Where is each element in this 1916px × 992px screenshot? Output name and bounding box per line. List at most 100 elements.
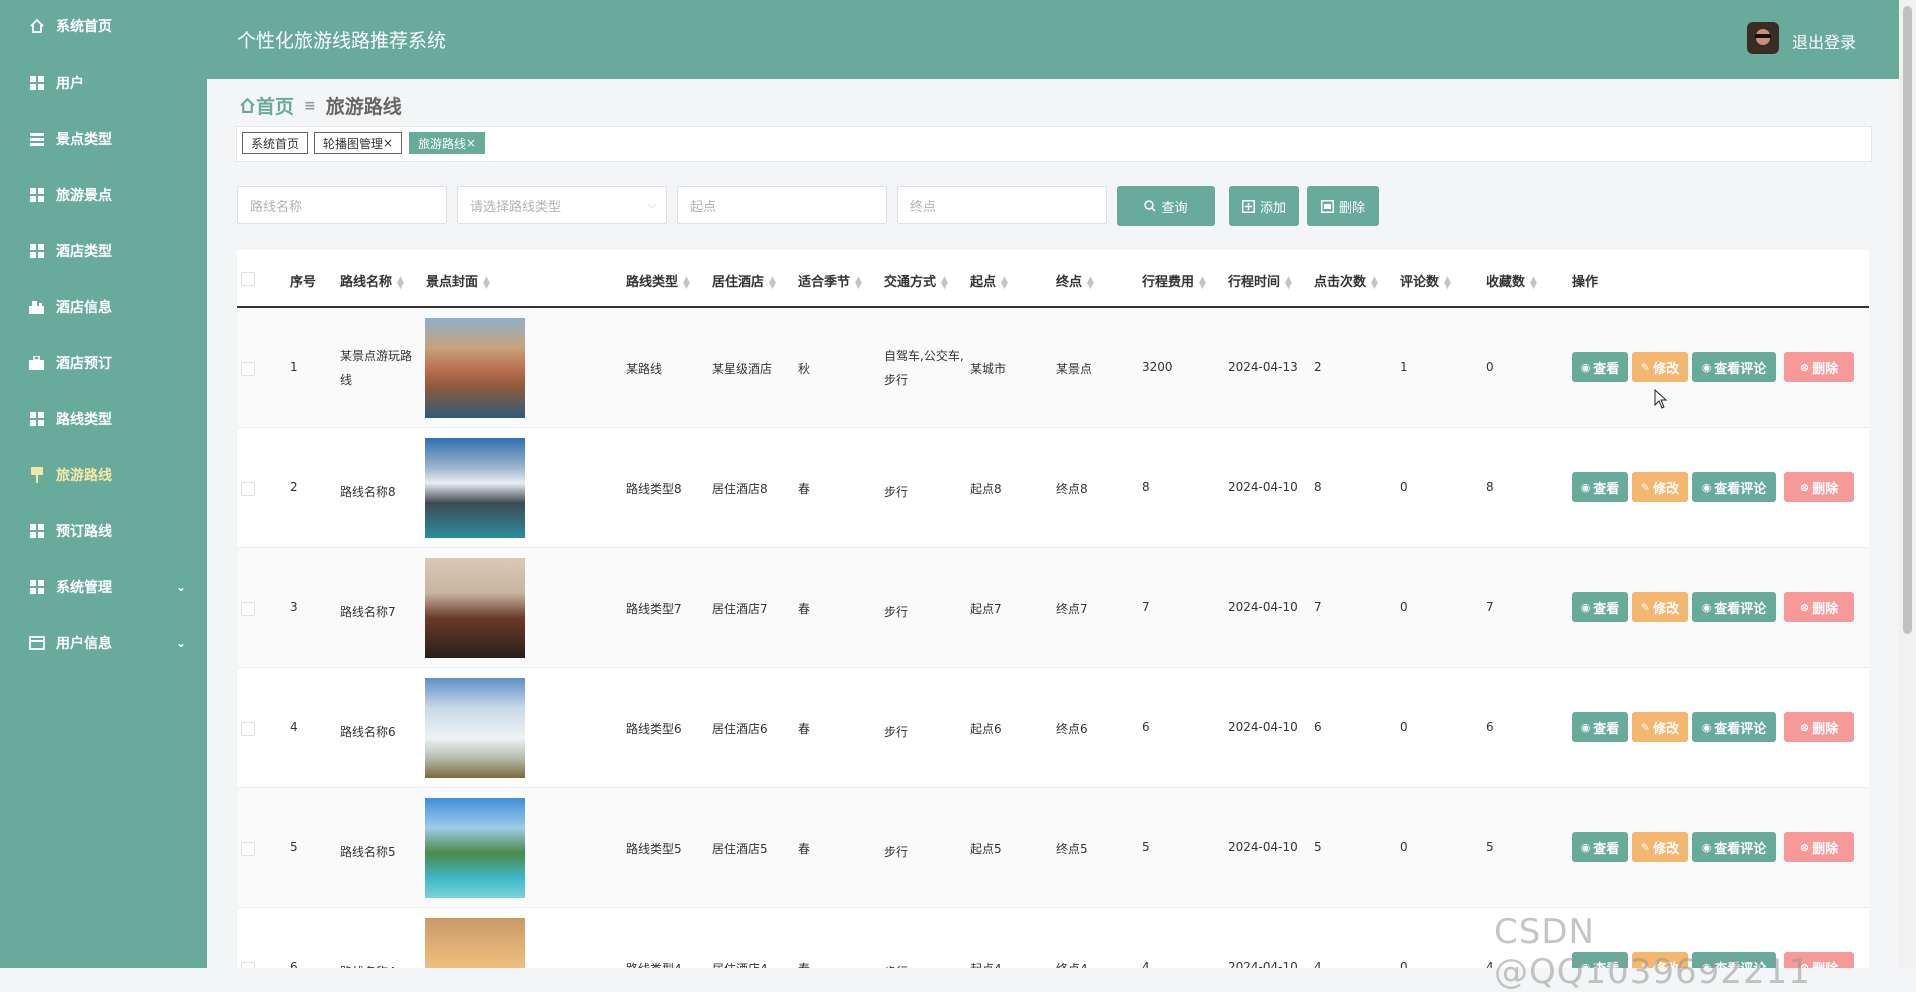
route-cover-image[interactable] <box>425 318 525 418</box>
cell-type: 路线类型6 <box>626 722 682 736</box>
sort-icon[interactable]: ▲ ▼ <box>855 275 862 290</box>
table-row[interactable]: 2 路线名称8 路线类型8 居住酒店8 春 步行 起点8 终点8 8 2024-04-10 8 0 8 ◉… <box>237 428 1869 548</box>
comment-button[interactable]: ◉查看评论 <box>1692 592 1776 622</box>
row-checkbox[interactable] <box>241 482 255 496</box>
select-all-checkbox[interactable] <box>241 272 255 286</box>
cell-clicks: 2 <box>1314 360 1322 374</box>
tag-carousel[interactable]: 轮播图管理 × <box>314 132 403 154</box>
comment-button[interactable]: ◉查看评论 <box>1692 832 1776 862</box>
route-cover-image[interactable] <box>425 438 525 538</box>
avatar[interactable] <box>1747 22 1779 54</box>
sidebar-item-tour-spots[interactable]: 旅游景点 <box>0 175 207 215</box>
sidebar-item-hotel-type[interactable]: 酒店类型 <box>0 231 207 271</box>
start-input[interactable]: 起点 <box>677 186 887 224</box>
sort-icon[interactable]: ▲ ▼ <box>1530 275 1537 290</box>
add-button[interactable]: 添加 <box>1229 186 1299 226</box>
edit-button[interactable]: ✎修改 <box>1632 712 1688 742</box>
comment-button[interactable]: ◉查看评论 <box>1692 712 1776 742</box>
breadcrumb-home[interactable]: 首页 <box>239 92 294 119</box>
sidebar-item-hotel-booking[interactable]: 酒店预订 <box>0 343 207 383</box>
sort-icon[interactable]: ▲ ▼ <box>1087 275 1094 290</box>
sidebar-item-user-info[interactable]: 用户信息 ⌄ <box>0 623 207 663</box>
sort-icon[interactable]: ▲ ▼ <box>1444 275 1451 290</box>
edit-button[interactable]: ✎修改 <box>1632 592 1688 622</box>
sidebar-item-home[interactable]: 系统首页 <box>0 6 207 46</box>
delete-button[interactable]: ⊗删除 <box>1784 592 1854 622</box>
sort-icon[interactable]: ▲ ▼ <box>1199 275 1206 290</box>
route-cover-image[interactable] <box>425 678 525 778</box>
delete-button[interactable]: ⊗删除 <box>1784 712 1854 742</box>
table-row[interactable]: 3 路线名称7 路线类型7 居住酒店7 春 步行 起点7 终点7 7 2024-04-10 7 0 7 ◉… <box>237 548 1869 668</box>
sidebar-item-hotel-info[interactable]: 酒店信息 <box>0 287 207 327</box>
table-row[interactable]: 4 路线名称6 路线类型6 居住酒店6 春 步行 起点6 终点6 6 2024-04-10 6 0 6 ◉… <box>237 668 1869 788</box>
sidebar-item-route-type[interactable]: 路线类型 <box>0 399 207 439</box>
sort-icon[interactable]: ▲ ▼ <box>941 275 948 290</box>
route-cover-image[interactable] <box>425 798 525 898</box>
col-hotel[interactable]: 居住酒店 ▲ ▼ <box>712 271 776 290</box>
view-button[interactable]: ◉查看 <box>1572 352 1628 382</box>
end-input[interactable]: 终点 <box>897 186 1107 224</box>
route-cover-image[interactable] <box>425 918 525 968</box>
query-button[interactable]: 查询 <box>1117 186 1215 226</box>
sort-icon[interactable]: ▲ ▼ <box>1371 275 1378 290</box>
col-cover[interactable]: 景点封面 ▲ ▼ <box>426 271 490 290</box>
eye-icon: ◉ <box>1580 480 1591 494</box>
col-name[interactable]: 路线名称 ▲ ▼ <box>340 271 404 290</box>
scrollbar-thumb[interactable] <box>1903 6 1912 634</box>
sidebar-item-tour-routes[interactable]: 旅游路线 <box>0 455 207 495</box>
col-end[interactable]: 终点 ▲ ▼ <box>1056 271 1094 290</box>
sort-icon[interactable]: ▲ ▼ <box>483 275 490 290</box>
route-cover-image[interactable] <box>425 558 525 658</box>
close-icon[interactable]: × <box>383 136 393 150</box>
col-comments[interactable]: 评论数 ▲ ▼ <box>1400 271 1451 290</box>
tag-tour-routes[interactable]: 旅游路线 × <box>409 132 486 154</box>
sort-icon[interactable]: ▲ ▼ <box>683 275 690 290</box>
table-row[interactable]: 5 路线名称5 路线类型5 居住酒店5 春 步行 起点5 终点5 5 2024-04-10 5 0 5 ◉… <box>237 788 1869 908</box>
view-button[interactable]: ◉查看 <box>1572 832 1628 862</box>
sidebar-item-label: 酒店类型 <box>56 244 112 260</box>
row-checkbox[interactable] <box>241 362 255 376</box>
cell-date: 2024-04-10 <box>1228 960 1298 968</box>
sidebar-item-route-booking[interactable]: 预订路线 <box>0 511 207 551</box>
delete-button[interactable]: ⊗删除 <box>1784 472 1854 502</box>
edit-button[interactable]: ✎修改 <box>1632 832 1688 862</box>
view-button[interactable]: ◉查看 <box>1572 712 1628 742</box>
close-icon[interactable]: × <box>466 136 476 150</box>
col-date[interactable]: 行程时间 ▲ ▼ <box>1228 271 1292 290</box>
row-checkbox[interactable] <box>241 722 255 736</box>
view-button[interactable]: ◉查看 <box>1572 472 1628 502</box>
sidebar-item-spot-type[interactable]: 景点类型 <box>0 119 207 159</box>
tag-home[interactable]: 系统首页 <box>242 132 309 154</box>
scrollbar[interactable] <box>1899 0 1916 968</box>
route-name-input[interactable]: 路线名称 <box>237 186 447 224</box>
sidebar-item-users[interactable]: 用户 <box>0 63 207 103</box>
col-start[interactable]: 起点 ▲ ▼ <box>970 271 1008 290</box>
table-row[interactable]: 1 某景点游玩路线 某路线 某星级酒店秋自驾车,公交车,步行 某城市 某景点 3200 202… <box>237 308 1869 428</box>
logout-button[interactable]: 退出登录 <box>1792 29 1856 53</box>
col-season[interactable]: 适合季节 ▲ ▼ <box>798 271 862 290</box>
cell-clicks: 6 <box>1314 720 1322 734</box>
view-button[interactable]: ◉查看 <box>1572 592 1628 622</box>
col-clicks[interactable]: 点击次数 ▲ ▼ <box>1314 271 1378 290</box>
row-checkbox[interactable] <box>241 962 255 968</box>
row-checkbox[interactable] <box>241 602 255 616</box>
route-type-select[interactable]: 请选择路线类型 ⌵ <box>457 186 667 224</box>
comment-button[interactable]: ◉查看评论 <box>1692 352 1776 382</box>
col-cost[interactable]: 行程费用 ▲ ▼ <box>1142 271 1206 290</box>
row-checkbox[interactable] <box>241 842 255 856</box>
col-type[interactable]: 路线类型 ▲ ▼ <box>626 271 690 290</box>
sort-icon[interactable]: ▲ ▼ <box>1001 275 1008 290</box>
edit-button[interactable]: ✎修改 <box>1632 352 1688 382</box>
cell-end: 终点6 <box>1056 722 1088 736</box>
comment-button[interactable]: ◉查看评论 <box>1692 472 1776 502</box>
delete-button[interactable]: ⊗删除 <box>1784 832 1854 862</box>
col-transport[interactable]: 交通方式 ▲ ▼ <box>884 271 948 290</box>
sort-icon[interactable]: ▲ ▼ <box>397 275 404 290</box>
col-favorites[interactable]: 收藏数 ▲ ▼ <box>1486 271 1537 290</box>
batch-delete-button[interactable]: 删除 <box>1307 186 1379 226</box>
edit-button[interactable]: ✎修改 <box>1632 472 1688 502</box>
sort-icon[interactable]: ▲ ▼ <box>769 275 776 290</box>
sort-icon[interactable]: ▲ ▼ <box>1285 275 1292 290</box>
sidebar-item-system[interactable]: 系统管理 ⌄ <box>0 567 207 607</box>
delete-button[interactable]: ⊗删除 <box>1784 352 1854 382</box>
